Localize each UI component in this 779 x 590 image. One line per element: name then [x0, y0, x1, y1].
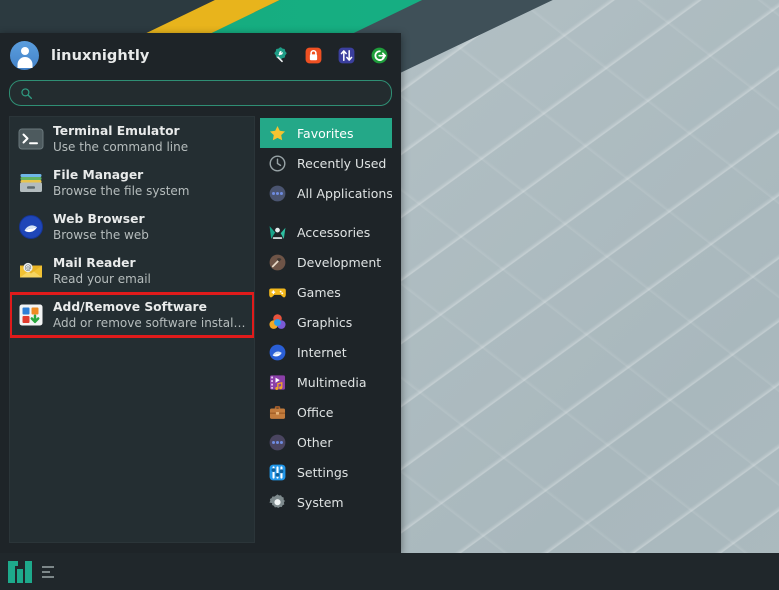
settings-icon[interactable]: [271, 46, 290, 65]
office-icon: [268, 403, 287, 422]
web-browser-icon: [18, 214, 44, 240]
app-item-title: File Manager: [53, 167, 144, 182]
app-item-text: File Manager Browse the file system: [53, 168, 190, 199]
svg-text:@: @: [25, 264, 32, 272]
category-item-graphics[interactable]: Graphics: [260, 307, 392, 337]
application-menu-panel: linuxnightly Terminal Emulator Use the c…: [0, 33, 401, 553]
multimedia-icon: [268, 373, 287, 392]
app-item-add-remove-software[interactable]: Add/Remove Software Add or remove softwa…: [10, 292, 254, 338]
category-item-games[interactable]: Games: [260, 277, 392, 307]
category-item-label: Internet: [297, 344, 347, 360]
log-out-icon[interactable]: [370, 46, 389, 65]
app-item-title: Add/Remove Software: [53, 299, 207, 314]
other-icon: [268, 433, 287, 452]
search-input[interactable]: [40, 85, 381, 101]
application-list: Terminal Emulator Use the command line F…: [9, 116, 255, 543]
category-item-label: Settings: [297, 464, 349, 480]
add-remove-software-icon: [18, 302, 44, 328]
app-item-subtitle: Browse the file system: [53, 183, 190, 198]
system-gear-icon: [268, 493, 287, 512]
switch-user-icon[interactable]: [337, 46, 356, 65]
app-item-subtitle: Use the command line: [53, 139, 189, 154]
category-item-accessories[interactable]: Accessories: [260, 217, 392, 247]
lock-screen-icon[interactable]: [304, 46, 323, 65]
category-item-label: Graphics: [297, 314, 353, 330]
taskbar: [0, 553, 779, 590]
category-item-label: Development: [297, 254, 382, 270]
accessories-icon: [268, 223, 287, 242]
category-item-label: Other: [297, 434, 333, 450]
category-item-label: System: [297, 494, 344, 510]
desktop-screen: linuxnightly Terminal Emulator Use the c…: [0, 0, 779, 590]
app-item-text: Web Browser Browse the web: [53, 212, 149, 243]
app-item-text: Add/Remove Software Add or remove softwa…: [53, 300, 248, 331]
app-item-subtitle: Read your email: [53, 271, 151, 286]
settings-sliders-icon: [268, 463, 287, 482]
internet-icon: [268, 343, 287, 362]
manjaro-logo-icon[interactable]: [6, 558, 34, 586]
window-menu-icon[interactable]: [42, 565, 54, 578]
category-item-recently-used[interactable]: Recently Used: [260, 148, 392, 178]
development-icon: [268, 253, 287, 272]
user-avatar-icon: [10, 41, 39, 70]
category-item-favorites[interactable]: Favorites: [260, 118, 392, 148]
app-item-title: Mail Reader: [53, 255, 136, 270]
app-item-subtitle: Browse the web: [53, 227, 149, 242]
category-item-office[interactable]: Office: [260, 397, 392, 427]
category-list: Favorites Recently Used All Applications…: [260, 116, 392, 543]
games-icon: [268, 283, 287, 302]
category-item-development[interactable]: Development: [260, 247, 392, 277]
category-item-label: Games: [297, 284, 341, 300]
app-item-title: Terminal Emulator: [53, 123, 180, 138]
category-item-other[interactable]: Other: [260, 427, 392, 457]
file-manager-icon: [18, 170, 44, 196]
category-item-label: Accessories: [297, 224, 371, 240]
menu-header: linuxnightly: [0, 33, 401, 78]
category-item-all-applications[interactable]: All Applications: [260, 178, 392, 208]
app-item-web-browser[interactable]: Web Browser Browse the web: [10, 205, 254, 249]
star-icon: [268, 124, 287, 143]
category-item-label: Multimedia: [297, 374, 367, 390]
app-item-terminal-emulator[interactable]: Terminal Emulator Use the command line: [10, 117, 254, 161]
app-item-mail-reader[interactable]: @ Mail Reader Read your email: [10, 249, 254, 293]
category-separator: [260, 208, 392, 217]
search-bar[interactable]: [9, 80, 392, 106]
category-item-system[interactable]: System: [260, 487, 392, 517]
category-item-label: All Applications: [297, 185, 392, 201]
clock-icon: [268, 154, 287, 173]
category-item-multimedia[interactable]: Multimedia: [260, 367, 392, 397]
search-icon: [20, 87, 33, 100]
category-item-label: Recently Used: [297, 155, 387, 171]
all-apps-icon: [268, 184, 287, 203]
category-item-label: Favorites: [297, 125, 354, 141]
category-item-internet[interactable]: Internet: [260, 337, 392, 367]
app-item-file-manager[interactable]: File Manager Browse the file system: [10, 161, 254, 205]
app-item-text: Terminal Emulator Use the command line: [53, 124, 188, 155]
app-item-title: Web Browser: [53, 211, 145, 226]
mail-reader-icon: @: [18, 258, 44, 284]
terminal-icon: [18, 126, 44, 152]
category-item-label: Office: [297, 404, 334, 420]
graphics-icon: [268, 313, 287, 332]
username-label: linuxnightly: [51, 47, 150, 64]
app-item-subtitle: Add or remove software install...: [53, 315, 248, 330]
menu-header-actions: [271, 46, 389, 65]
category-item-settings[interactable]: Settings: [260, 457, 392, 487]
app-item-text: Mail Reader Read your email: [53, 256, 151, 287]
menu-body: Terminal Emulator Use the command line F…: [0, 116, 401, 553]
